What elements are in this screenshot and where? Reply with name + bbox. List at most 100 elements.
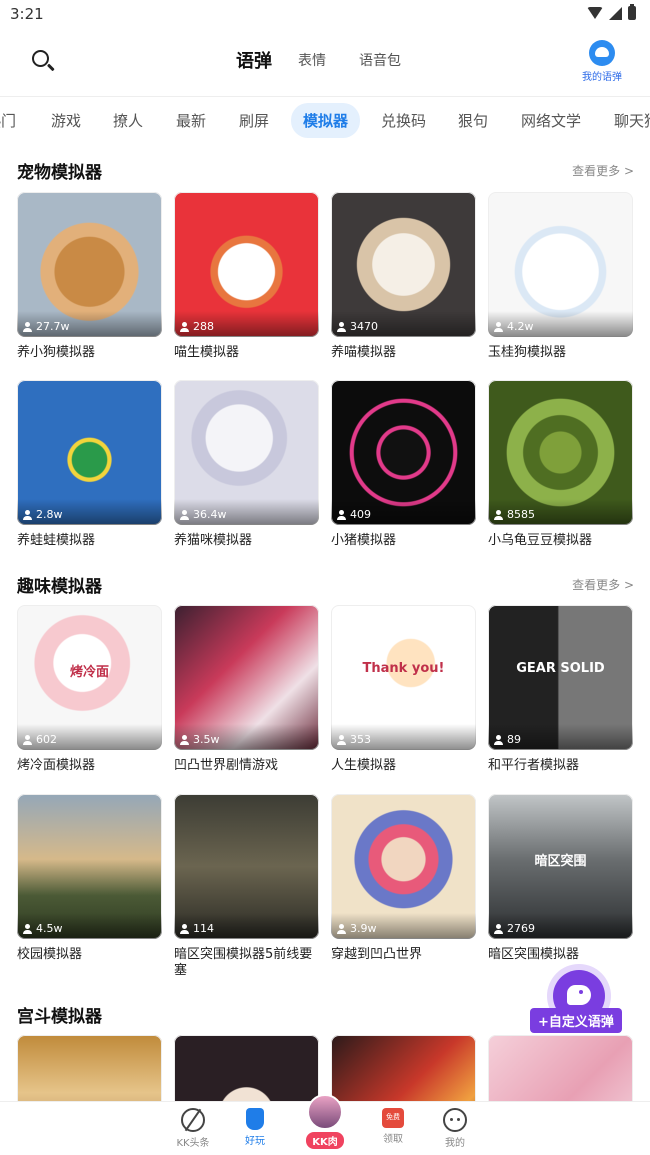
category-spam[interactable]: 刷屏 xyxy=(239,110,269,131)
simulator-card[interactable]: 4.2w 玉桂狗模拟器 xyxy=(488,192,633,361)
simulator-card[interactable]: 36.4w 养猫咪模拟器 xyxy=(174,380,319,549)
user-count: 4.5w xyxy=(23,922,63,935)
simulator-card[interactable]: 27.7w 养小狗模拟器 xyxy=(17,192,162,361)
category-redeem-code[interactable]: 兑换码 xyxy=(381,110,426,131)
thumbnail-caption: 烤冷面 xyxy=(69,665,109,680)
tab-yudan[interactable]: 语弹 xyxy=(236,47,272,73)
gift-icon: 免费 xyxy=(382,1108,404,1128)
simulator-card[interactable]: 2.8w 养蛙蛙模拟器 xyxy=(17,380,162,549)
bottom-tab-mine[interactable]: 我的 xyxy=(431,1108,479,1149)
card-thumbnail-turtle-shell: 8585 xyxy=(488,380,633,525)
user-icon xyxy=(23,509,32,520)
simulator-card[interactable]: 288 喵生模拟器 xyxy=(174,192,319,361)
bottom-tab-fun[interactable]: 好玩 xyxy=(231,1108,279,1147)
card-title: 暗区突围模拟器5前线要塞 xyxy=(174,947,313,978)
bottom-tab-kk[interactable]: KK肉 xyxy=(302,1094,348,1154)
simulator-card[interactable]: 3470 养喵模拟器 xyxy=(331,192,476,361)
user-icon xyxy=(23,321,32,332)
thumbnail-caption: 暗区突围 xyxy=(534,854,587,869)
see-more-pet[interactable]: 查看更多 > xyxy=(572,162,634,179)
card-thumbnail-kitten: 3470 xyxy=(331,192,476,337)
user-icon xyxy=(180,509,189,520)
user-icon xyxy=(494,321,503,332)
status-bar: 3:21 xyxy=(0,0,650,28)
card-title: 校园模拟器 xyxy=(17,947,83,962)
user-count: 3.5w xyxy=(180,733,220,746)
bottom-tab-claim[interactable]: 免费 领取 xyxy=(369,1108,417,1145)
category-harsh-words[interactable]: 狠句 xyxy=(458,110,488,131)
user-icon xyxy=(337,321,346,332)
card-title: 暗区突围模拟器 xyxy=(488,947,580,962)
card-title: 喵生模拟器 xyxy=(174,345,240,360)
simulator-card[interactable]: 4.5w 校园模拟器 xyxy=(17,794,162,963)
category-web-literature[interactable]: 网络文学 xyxy=(521,110,581,131)
card-thumbnail-sketch-cat: 36.4w xyxy=(174,380,319,525)
user-count: 36.4w xyxy=(180,508,227,521)
card-title: 穿越到凹凸世界 xyxy=(331,947,423,962)
card-thumbnail-soldiers: 114 xyxy=(174,794,319,939)
kk-avatar xyxy=(307,1094,343,1130)
smile-icon xyxy=(567,985,591,1005)
card-thumbnail-pomeranian-dog: 27.7w xyxy=(17,192,162,337)
user-count: 8585 xyxy=(494,508,535,521)
top-nav: 语弹 表情 语音包 我的语弹 xyxy=(0,30,650,94)
wifi-icon xyxy=(587,7,603,19)
category-newest[interactable]: 最新 xyxy=(176,110,206,131)
tab-emoji[interactable]: 表情 xyxy=(298,50,326,70)
card-title: 养小狗模拟器 xyxy=(17,345,96,360)
user-icon xyxy=(494,734,503,745)
user-count: 409 xyxy=(337,508,371,521)
battery-icon xyxy=(628,4,636,20)
card-title: 小猪模拟器 xyxy=(331,533,397,548)
section-title-palace: 宫斗模拟器 xyxy=(17,1007,102,1027)
card-title: 和平行者模拟器 xyxy=(488,758,580,773)
category-flirt[interactable]: 撩人 xyxy=(113,110,143,131)
bottom-tab-label: 我的 xyxy=(445,1138,465,1149)
card-thumbnail-cartoon-frog: 2.8w xyxy=(17,380,162,525)
simulator-card[interactable]: 8585 小乌龟豆豆模拟器 xyxy=(488,380,633,549)
card-title: 凹凸世界剧情游戏 xyxy=(174,758,279,773)
status-icons xyxy=(587,4,636,20)
simulator-card[interactable]: 3.9w 穿越到凹凸世界 xyxy=(331,794,476,963)
user-icon xyxy=(180,923,189,934)
card-thumbnail-metal-gear: GEAR SOLID 89 xyxy=(488,605,633,750)
my-voice-button[interactable]: 我的语弹 xyxy=(578,40,626,83)
user-icon xyxy=(337,923,346,934)
card-thumbnail-anime-girl: 3.5w xyxy=(174,605,319,750)
divider xyxy=(0,96,650,97)
simulator-card[interactable]: 烤冷面 602 烤冷面模拟器 xyxy=(17,605,162,774)
category-chat-dog[interactable]: 聊天狗 xyxy=(614,110,650,131)
category-hot[interactable]: 热门 xyxy=(0,110,16,131)
card-thumbnail-cartoon-cat: 288 xyxy=(174,192,319,337)
user-count: 288 xyxy=(180,320,214,333)
category-tabs: 热门 游戏 撩人 最新 刷屏 模拟器 兑换码 狠句 网络文学 聊天狗 xyxy=(0,100,650,142)
category-games[interactable]: 游戏 xyxy=(51,110,81,131)
simulator-card[interactable]: 409 小猪模拟器 xyxy=(331,380,476,549)
user-count: 114 xyxy=(180,922,214,935)
bottom-tab-label: KK头条 xyxy=(176,1138,210,1149)
simulator-card[interactable]: 114 暗区突围模拟器5前线要塞 xyxy=(174,794,319,979)
user-count: 2769 xyxy=(494,922,535,935)
category-simulator[interactable]: 模拟器 xyxy=(291,103,361,138)
bottom-tab-headlines[interactable]: KK头条 xyxy=(169,1108,217,1149)
search-icon[interactable] xyxy=(30,48,60,78)
signal-icon xyxy=(609,6,622,20)
tab-voice-pack[interactable]: 语音包 xyxy=(359,50,401,70)
simulator-card[interactable]: Thank you! 353 人生模拟器 xyxy=(331,605,476,774)
face-icon xyxy=(443,1108,467,1132)
card-thumbnail-campus-sunset: 4.5w xyxy=(17,794,162,939)
simulator-card[interactable]: 3.5w 凹凸世界剧情游戏 xyxy=(174,605,319,774)
simulator-card[interactable]: GEAR SOLID 89 和平行者模拟器 xyxy=(488,605,633,774)
card-thumbnail-anime-group: 3.9w xyxy=(331,794,476,939)
custom-yudan-label[interactable]: +自定义语弹 xyxy=(530,1008,622,1033)
user-icon xyxy=(180,734,189,745)
card-title: 玉桂狗模拟器 xyxy=(488,345,567,360)
user-count: 2.8w xyxy=(23,508,63,521)
user-icon xyxy=(494,509,503,520)
flask-icon xyxy=(246,1108,264,1130)
see-more-fun[interactable]: 查看更多 > xyxy=(572,576,634,593)
user-icon xyxy=(494,923,503,934)
section-title-pet: 宠物模拟器 xyxy=(17,163,102,183)
card-thumbnail-neon-pig: 409 xyxy=(331,380,476,525)
simulator-card[interactable]: 暗区突围 2769 暗区突围模拟器 xyxy=(488,794,633,963)
